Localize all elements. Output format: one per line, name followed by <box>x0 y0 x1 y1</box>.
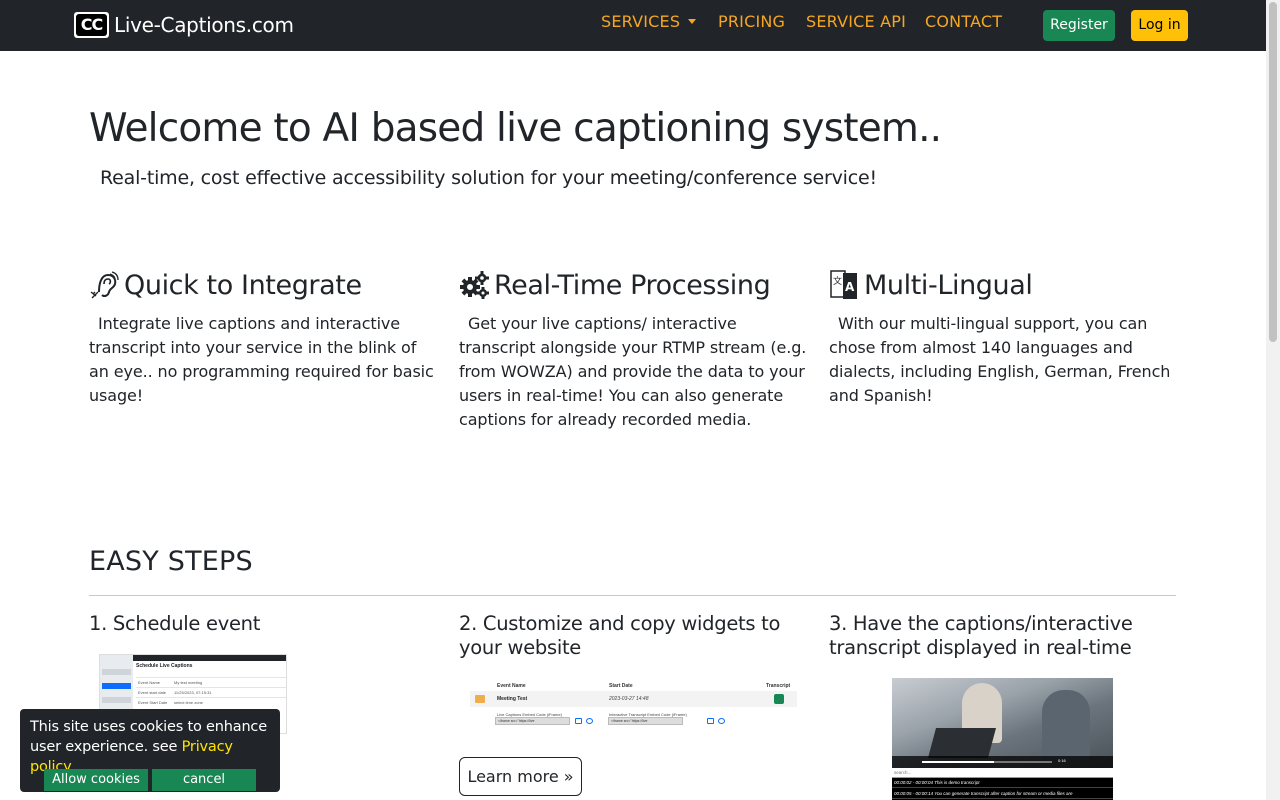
cancel-cookies-button[interactable]: cancel <box>152 769 256 791</box>
thumb-embed-code: <iframe src="https://live <box>608 717 683 725</box>
feature-multi-lingual: 文 A Multi-Lingual With our multi-lingual… <box>829 268 1179 408</box>
thumb-col-start: Start Date <box>609 683 633 689</box>
thumb-search: search... <box>892 768 1113 778</box>
step-2-title: 2. Customize and copy widgets to your we… <box>459 612 781 659</box>
learn-more-button[interactable]: Learn more » <box>459 757 582 796</box>
thumb-field-value: My test meeting <box>174 680 203 685</box>
thumb-field-label: Event Name <box>138 680 161 685</box>
step-1-title: 1. Schedule event <box>89 612 261 635</box>
top-navbar: CC Live-Captions.com SERVICES PRICING SE… <box>0 0 1266 51</box>
thumb-row-line <box>136 687 286 688</box>
nav-service-api[interactable]: SERVICE API <box>806 12 906 31</box>
thumb-person <box>1042 690 1090 760</box>
brand-link[interactable]: CC Live-Captions.com <box>74 11 294 39</box>
thumb-sidebar-item <box>102 697 131 703</box>
thumb-field-value: 11/25/2023, 07:15:31 <box>174 690 212 695</box>
thumb-laptop <box>927 728 997 758</box>
copy-icon <box>575 718 582 724</box>
hero-subtitle: Real-time, cost effective accessibility … <box>100 167 877 189</box>
nav-services-label: SERVICES <box>601 12 681 31</box>
thumb-event-icon <box>475 695 485 703</box>
gear-icon <box>718 718 725 724</box>
register-button[interactable]: Register <box>1043 10 1115 41</box>
allow-cookies-button[interactable]: Allow cookies <box>44 769 148 791</box>
thumb-progress-fill <box>922 761 994 763</box>
step-3-title: 3. Have the captions/interactive transcr… <box>829 612 1133 659</box>
feature-quick-integrate: Quick to Integrate Integrate live captio… <box>89 268 439 408</box>
ear-icon <box>89 270 119 300</box>
thumb-sidebar-item <box>102 683 131 689</box>
thumb-time: 0:16 <box>1058 758 1066 763</box>
thumb-heading: Schedule Live Captions <box>136 663 193 669</box>
thumb-field-label: Event Start Date <box>138 700 168 705</box>
thumb-field-value: select time zone <box>174 700 203 705</box>
copy-icon <box>707 718 714 724</box>
cookie-message: This site uses cookies to enhance user e… <box>30 717 275 777</box>
feature-text: With our multi-lingual support, you can … <box>829 314 1171 405</box>
thumb-transcript-button <box>774 694 784 704</box>
transcript-screenshot: 0:16 search... 00:00:02 - 00:00:04 This … <box>892 678 1113 800</box>
feature-real-time: Real-Time Processing Get your live capti… <box>459 268 809 432</box>
scrollbar-thumb[interactable] <box>1269 2 1277 342</box>
nav-services-dropdown[interactable]: SERVICES <box>601 12 697 31</box>
divider <box>89 595 1176 596</box>
brand-logo: CC <box>74 12 109 38</box>
feature-title: Real-Time Processing <box>494 269 771 301</box>
thumb-field-label: Event start date <box>138 690 167 695</box>
feature-title: Quick to Integrate <box>124 269 362 301</box>
chevron-down-icon <box>688 19 697 24</box>
hero-title: Welcome to AI based live captioning syst… <box>89 106 942 151</box>
thumb-event-name: Meeting Test <box>497 696 528 702</box>
feature-text: Get your live captions/ interactive tran… <box>459 314 807 429</box>
gears-icon <box>459 270 489 300</box>
thumb-transcript-line: 00:00:05 - 00:00:14 You can generate tra… <box>892 789 1113 799</box>
cc-logo-icon: CC <box>76 14 107 36</box>
widgets-screenshot: Event Name Start Date Transcript Meeting… <box>470 680 797 730</box>
easy-steps-heading: EASY STEPS <box>89 546 253 577</box>
thumb-embed-code: <iframe src="https://live <box>495 717 570 725</box>
nav-pricing[interactable]: PRICING <box>718 12 785 31</box>
feature-text: Integrate live captions and interactive … <box>89 314 434 405</box>
thumb-sidebar-item <box>102 669 131 675</box>
thumb-row-line <box>136 697 286 698</box>
svg-text:A: A <box>845 280 855 294</box>
page-scrollbar[interactable] <box>1266 0 1280 800</box>
thumb-col-transcript: Transcript <box>766 683 791 689</box>
thumb-row-line <box>136 677 286 678</box>
thumb-col-event: Event Name <box>497 683 526 689</box>
thumb-event-date: 2023-03-27 14:48 <box>609 696 649 702</box>
login-button[interactable]: Log in <box>1131 10 1188 41</box>
translate-icon: 文 A <box>829 270 859 300</box>
brand-name: Live-Captions.com <box>114 13 294 37</box>
nav-contact[interactable]: CONTACT <box>925 12 1002 31</box>
thumb-transcript-line: 00:00:02 - 00:00:04 This is demo transcr… <box>892 778 1113 788</box>
feature-title: Multi-Lingual <box>864 269 1033 301</box>
gear-icon <box>586 718 593 724</box>
svg-text:文: 文 <box>833 275 842 287</box>
